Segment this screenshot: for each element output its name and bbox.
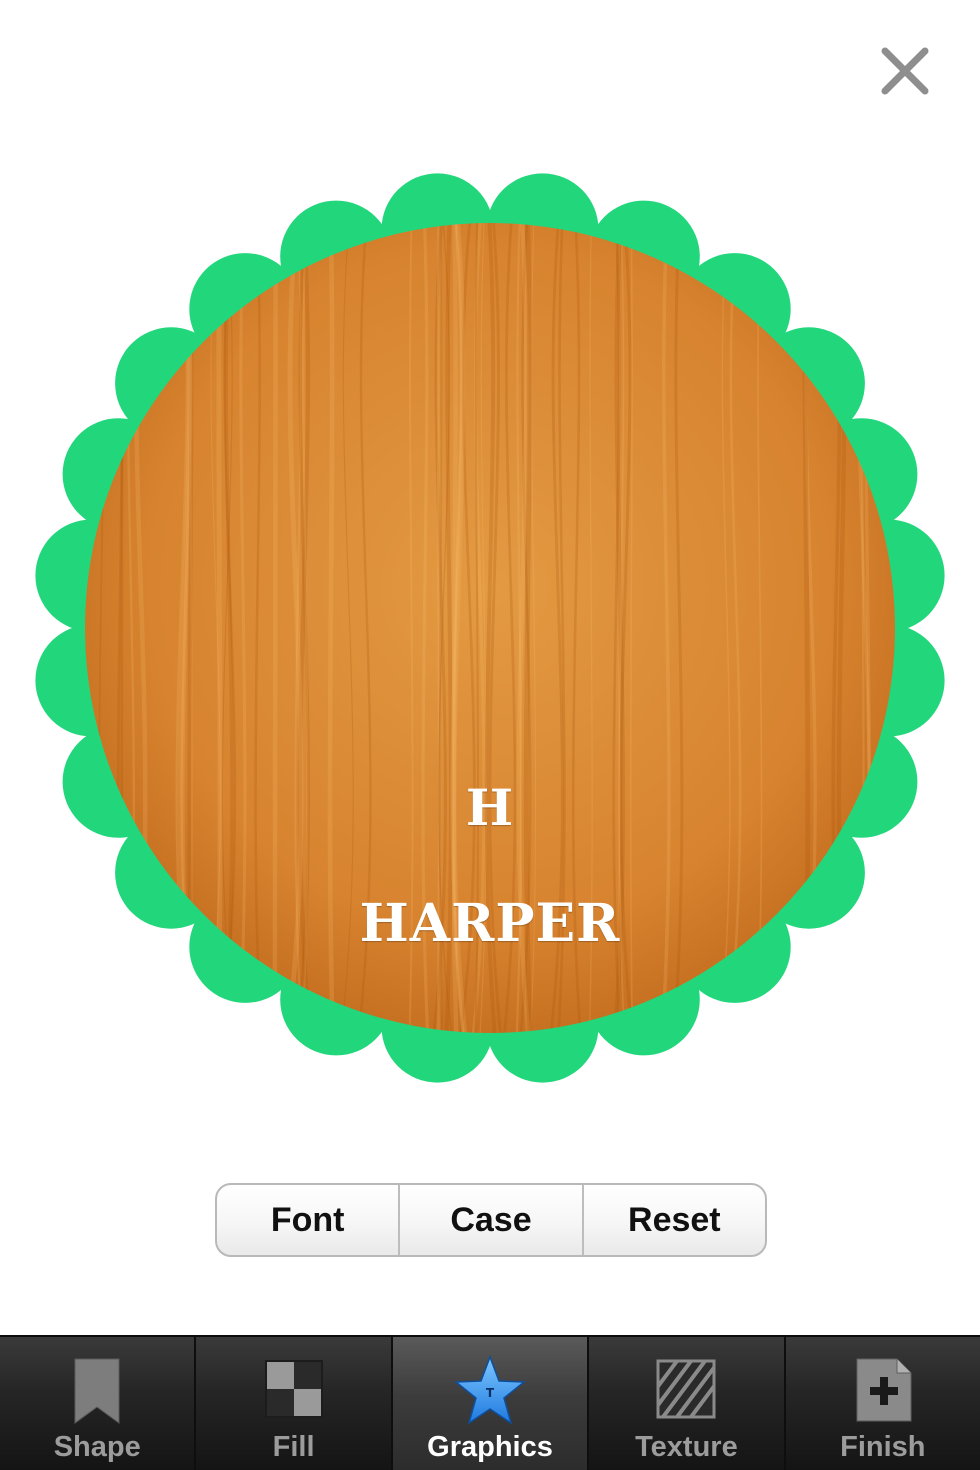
checker-icon — [264, 1360, 323, 1418]
badge-graphic — [35, 173, 945, 1083]
tab-shape[interactable]: Shape — [0, 1337, 197, 1470]
tab-label-fill: Fill — [272, 1431, 315, 1463]
badge-canvas[interactable]: H HARPER — [20, 160, 960, 1100]
font-button[interactable]: Font — [217, 1185, 401, 1255]
badge-initial-text[interactable]: H — [20, 778, 960, 837]
badge-editor-screen: H HARPER Font Case Reset Shape Fill T Gr… — [0, 0, 980, 1470]
tab-finish[interactable]: Finish — [786, 1337, 980, 1470]
star-icon: T — [454, 1355, 527, 1425]
bottom-tab-bar: Shape Fill T Graphics Texture Finish — [0, 1335, 980, 1470]
tab-fill[interactable]: Fill — [196, 1337, 393, 1470]
badge-name-text[interactable]: HARPER — [20, 893, 960, 954]
tab-label-texture: Texture — [635, 1431, 738, 1463]
case-button[interactable]: Case — [400, 1185, 584, 1255]
svg-text:T: T — [486, 1386, 495, 1400]
tab-texture[interactable]: Texture — [589, 1337, 786, 1470]
reset-button[interactable]: Reset — [584, 1185, 765, 1255]
hatch-icon — [656, 1359, 716, 1419]
tab-label-finish: Finish — [840, 1431, 926, 1463]
add-document-icon — [856, 1358, 912, 1422]
text-options-segmented-control: Font Case Reset — [215, 1183, 767, 1257]
tab-label-graphics: Graphics — [427, 1431, 553, 1463]
close-icon — [881, 47, 929, 95]
bookmark-icon — [74, 1358, 120, 1424]
tab-label-shape: Shape — [53, 1431, 141, 1463]
close-button[interactable] — [872, 38, 938, 104]
tab-graphics[interactable]: T Graphics — [392, 1337, 590, 1470]
